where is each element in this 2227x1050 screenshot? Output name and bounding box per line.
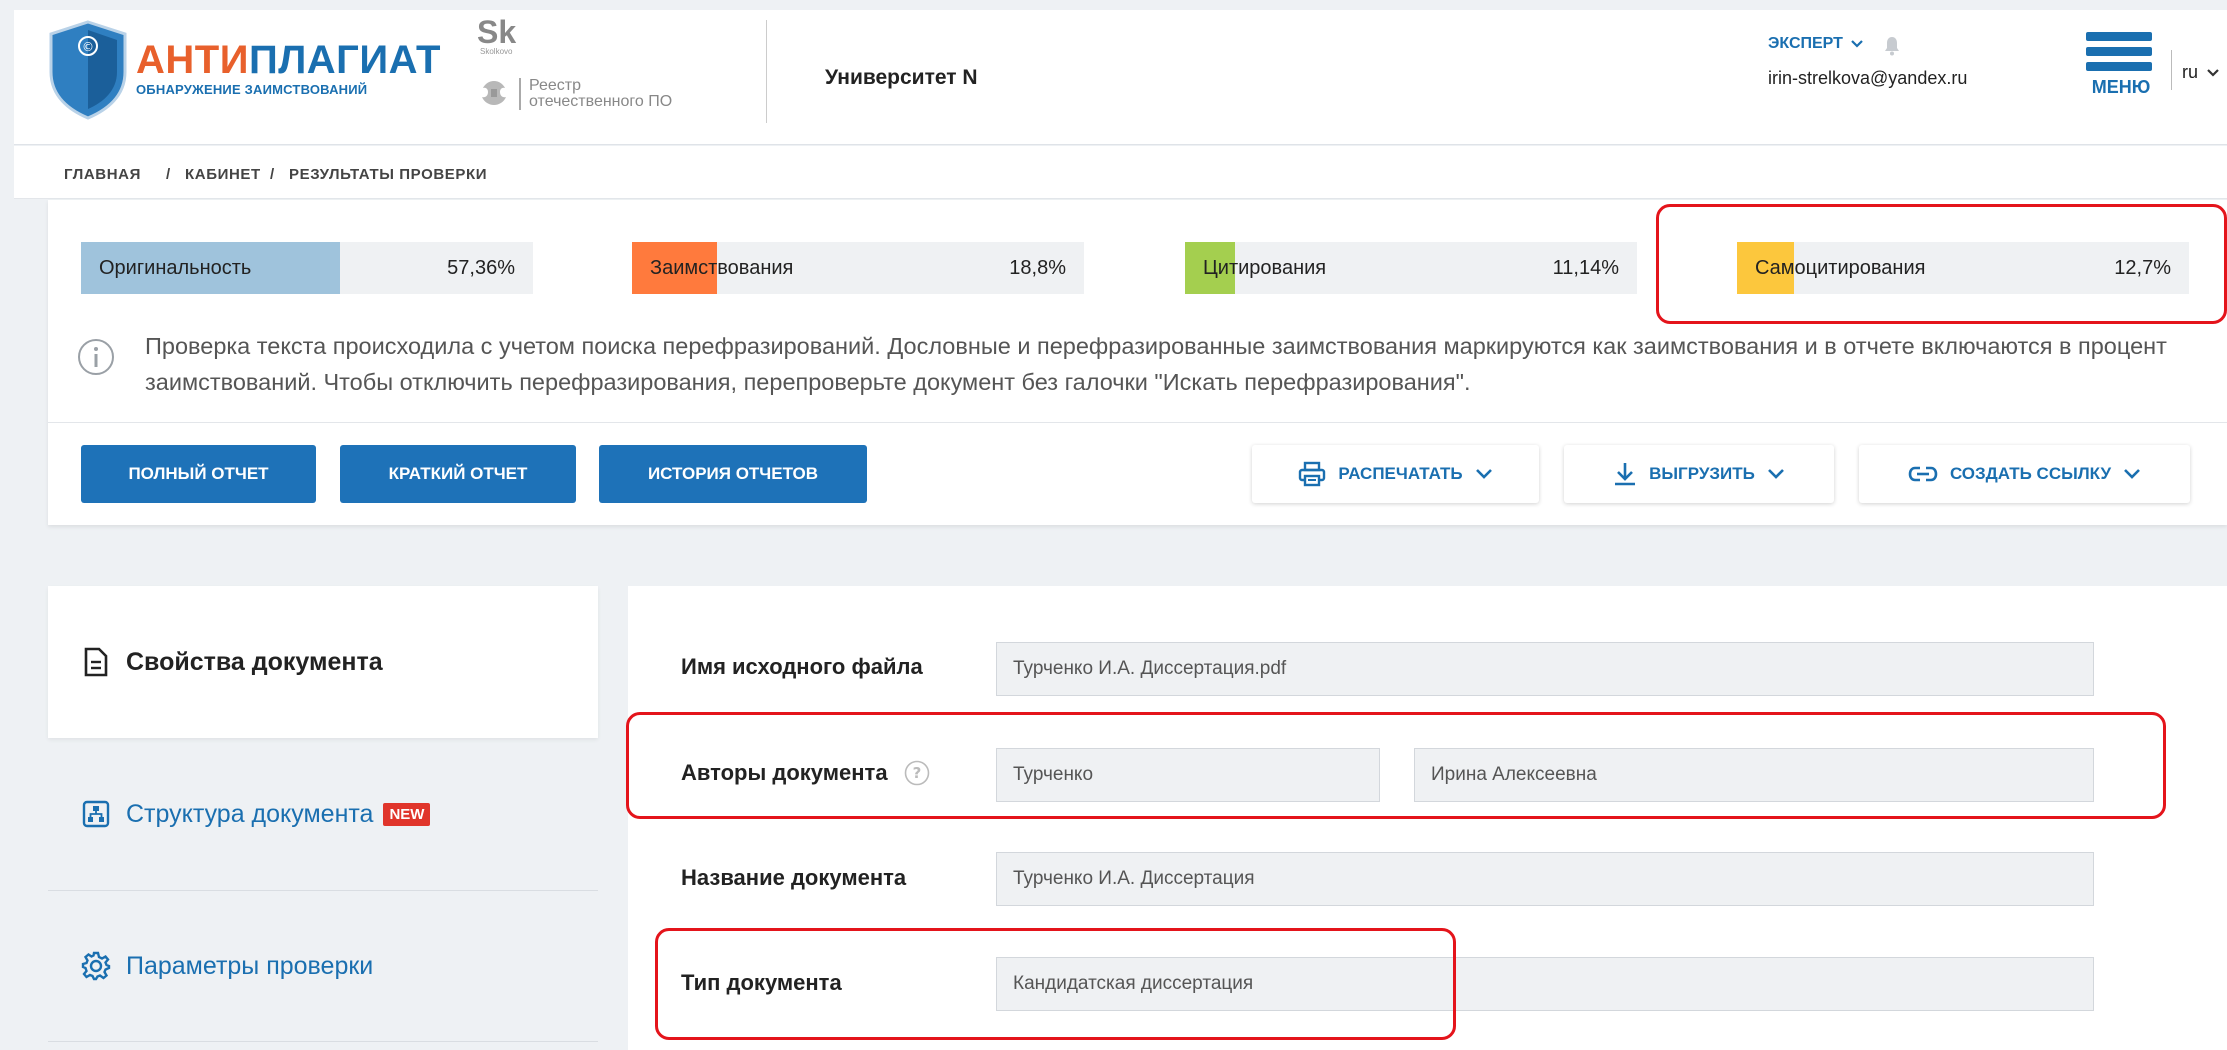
hamburger-icon bbox=[2086, 32, 2152, 41]
gear-icon bbox=[80, 950, 112, 982]
header-divider bbox=[766, 20, 767, 123]
breadcrumb-separator: / bbox=[270, 166, 275, 183]
print-label: РАСПЕЧАТАТЬ bbox=[1338, 464, 1463, 483]
stat-label: Оригинальность bbox=[99, 257, 252, 279]
hamburger-bar bbox=[2086, 47, 2152, 56]
stat-self-citations: Самоцитирования 12,7% bbox=[1737, 242, 2189, 294]
stat-label: Заимствования bbox=[650, 257, 794, 279]
document-sidenav: Свойства документа Структура документа N… bbox=[48, 586, 598, 1050]
chevron-down-icon bbox=[2207, 69, 2219, 77]
print-button[interactable]: РАСПЕЧАТАТЬ bbox=[1252, 445, 1539, 503]
create-link-label: СОЗДАТЬ ССЫЛКУ bbox=[1949, 464, 2112, 483]
registry-line-1: Реестр bbox=[529, 77, 581, 94]
divider bbox=[48, 1041, 598, 1042]
svg-text:?: ? bbox=[912, 764, 921, 782]
brand-logo[interactable]: АНТИПЛАГИАТ ОБНАРУЖЕНИЕ ЗАИМСТВОВАНИЙ bbox=[136, 38, 441, 97]
info-icon bbox=[78, 339, 114, 375]
role-label: ЭКСПЕРТ bbox=[1768, 35, 1843, 52]
stat-value: 18,8% bbox=[1009, 257, 1066, 279]
chevron-down-icon bbox=[1767, 469, 1784, 479]
stat-citations: Цитирования 11,14% bbox=[1185, 242, 1637, 294]
role-dropdown[interactable]: ЭКСПЕРТ bbox=[1768, 35, 1864, 53]
printer-icon bbox=[1299, 461, 1326, 487]
stat-borrowings: Заимствования 18,8% bbox=[632, 242, 1084, 294]
nav-document-structure[interactable]: Структура документа NEW bbox=[48, 738, 598, 890]
new-badge: NEW bbox=[383, 802, 431, 826]
registry-line-2: отечественного ПО bbox=[529, 93, 673, 110]
stat-value: 57,36% bbox=[447, 257, 515, 279]
download-icon bbox=[1615, 463, 1636, 486]
skolkovo-logo: Sk bbox=[477, 14, 517, 50]
bell-icon[interactable] bbox=[1884, 36, 1900, 56]
author-first-name-field[interactable]: Ирина Алексеевна bbox=[1414, 748, 2094, 802]
shield-logo-icon[interactable]: © bbox=[47, 20, 129, 120]
user-email[interactable]: irin-strelkova@yandex.ru bbox=[1768, 68, 1967, 89]
menu-button[interactable]: МЕНЮ bbox=[2086, 32, 2156, 118]
logo-part-1: АНТИ bbox=[136, 38, 249, 82]
chevron-down-icon bbox=[1475, 469, 1492, 479]
stat-originality: Оригинальность 57,36% bbox=[81, 242, 533, 294]
top-header: © АНТИПЛАГИАТ ОБНАРУЖЕНИЕ ЗАИМСТВОВАНИЙ … bbox=[14, 10, 2227, 145]
type-label: Тип документа bbox=[681, 970, 842, 995]
hamburger-bar bbox=[2086, 62, 2152, 71]
authors-label-row: Авторы документа ? bbox=[681, 760, 930, 786]
document-type-field[interactable]: Кандидатская диссертация bbox=[996, 957, 2094, 1011]
university-name: Университет N bbox=[825, 66, 978, 89]
report-history-button[interactable]: ИСТОРИЯ ОТЧЕТОВ bbox=[599, 445, 867, 503]
help-icon[interactable]: ? bbox=[904, 760, 930, 786]
nav-label: Параметры проверки bbox=[126, 951, 374, 980]
nav-label: Структура документа bbox=[126, 799, 374, 828]
authors-label: Авторы документа bbox=[681, 760, 888, 785]
chevron-down-icon bbox=[2124, 469, 2140, 479]
structure-icon bbox=[80, 798, 112, 830]
link-icon bbox=[1908, 466, 1938, 482]
chevron-down-icon bbox=[1851, 39, 1864, 48]
title-label: Название документа bbox=[681, 865, 907, 890]
header-divider-2 bbox=[2171, 50, 2172, 90]
short-report-button[interactable]: КРАТКИЙ ОТЧЕТ bbox=[340, 445, 576, 503]
svg-text:©: © bbox=[82, 40, 94, 54]
breadcrumb-current: РЕЗУЛЬТАТЫ ПРОВЕРКИ bbox=[289, 166, 488, 183]
download-button[interactable]: ВЫГРУЗИТЬ bbox=[1564, 445, 1834, 503]
author-last-name-field[interactable]: Турченко bbox=[996, 748, 1380, 802]
filename-field[interactable]: Турченко И.А. Диссертация.pdf bbox=[996, 642, 2094, 696]
logo-part-2: ПЛАГИАТ bbox=[248, 38, 441, 82]
full-report-button[interactable]: ПОЛНЫЙ ОТЧЕТ bbox=[81, 445, 316, 503]
nav-label: Свойства документа bbox=[126, 647, 383, 676]
stat-label: Самоцитирования bbox=[1755, 257, 1926, 279]
breadcrumb-separator: / bbox=[166, 166, 171, 183]
create-link-button[interactable]: СОЗДАТЬ ССЫЛКУ bbox=[1859, 445, 2190, 503]
menu-label: МЕНЮ bbox=[2091, 77, 2151, 97]
document-icon bbox=[80, 646, 112, 678]
skolkovo-caption: Skolkovo bbox=[480, 47, 513, 56]
nav-document-properties[interactable]: Свойства документа bbox=[48, 586, 598, 738]
breadcrumb-home[interactable]: ГЛАВНАЯ bbox=[64, 166, 141, 183]
breadcrumb-cabinet[interactable]: КАБИНЕТ bbox=[185, 166, 261, 183]
paraphrase-info-text: Проверка текста происходила с учетом пои… bbox=[145, 333, 2167, 395]
language-label: ru bbox=[2182, 62, 2199, 82]
breadcrumb: ГЛАВНАЯ / КАБИНЕТ / РЕЗУЛЬТАТЫ ПРОВЕРКИ bbox=[14, 146, 2227, 199]
divider bbox=[48, 422, 2227, 423]
stat-label: Цитирования bbox=[1203, 257, 1327, 279]
coat-of-arms-icon bbox=[482, 81, 506, 105]
document-properties-panel: Имя исходного файла Турченко И.А. Диссер… bbox=[628, 586, 2227, 1050]
filename-label: Имя исходного файла bbox=[681, 654, 923, 679]
registry-label: Реестр отечественного ПО bbox=[519, 78, 672, 110]
stat-value: 11,14% bbox=[1552, 257, 1619, 279]
nav-check-parameters[interactable]: Параметры проверки bbox=[48, 891, 598, 1041]
language-dropdown[interactable]: ru bbox=[2182, 62, 2219, 83]
download-label: ВЫГРУЗИТЬ bbox=[1649, 464, 1755, 483]
stat-value: 12,7% bbox=[2114, 257, 2171, 279]
logo-subtitle: ОБНАРУЖЕНИЕ ЗАИМСТВОВАНИЙ bbox=[136, 82, 368, 97]
report-summary-card: Оригинальность 57,36% Заимствования 18,8… bbox=[48, 200, 2227, 525]
document-title-field[interactable]: Турченко И.А. Диссертация bbox=[996, 852, 2094, 906]
